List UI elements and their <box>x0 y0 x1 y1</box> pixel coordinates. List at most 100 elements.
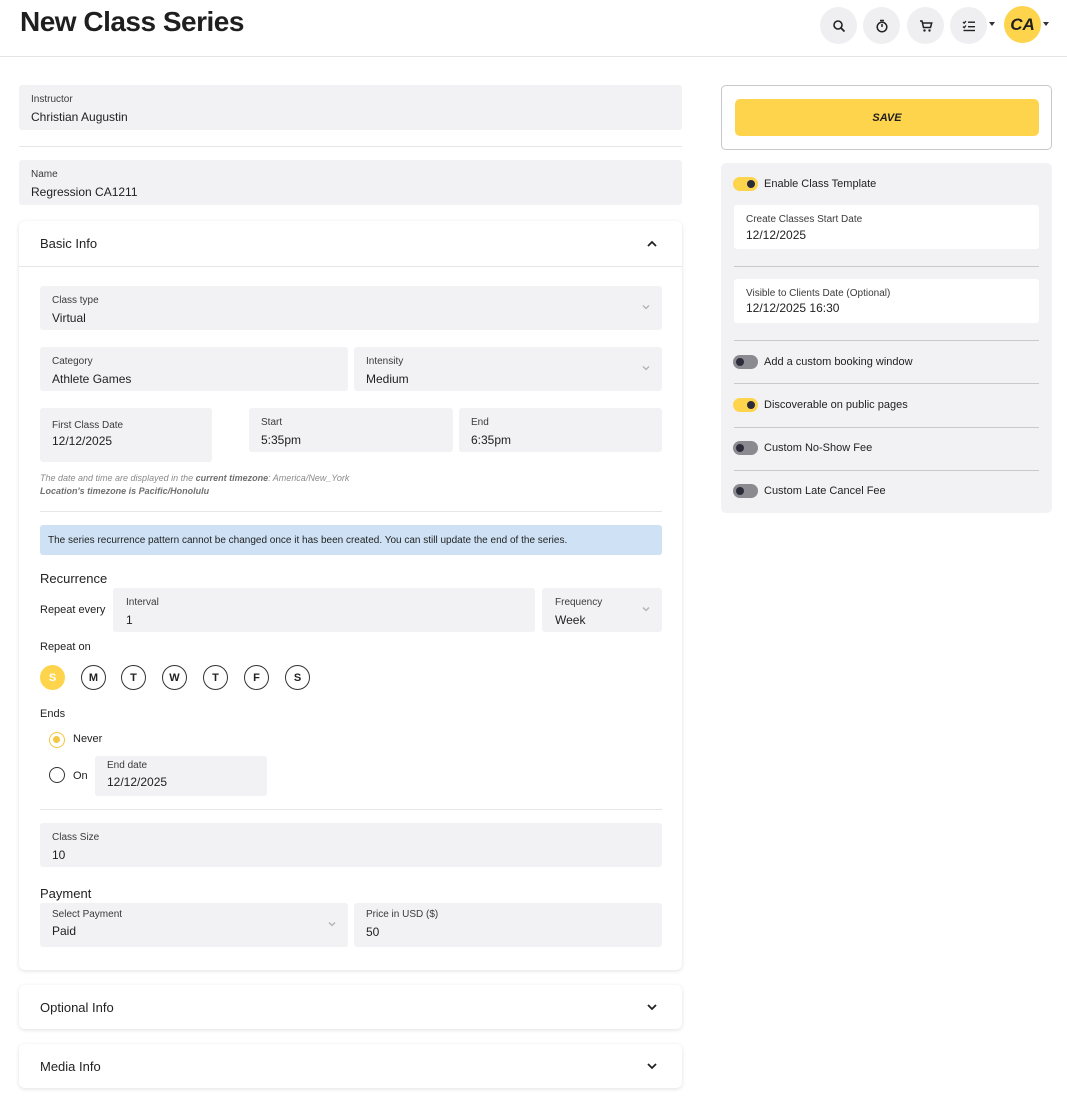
checklist-icon <box>962 20 975 31</box>
cart-button[interactable] <box>907 7 944 44</box>
media-info-card[interactable] <box>19 1044 682 1088</box>
timezone-note: The date and time are displayed in the c… <box>40 473 349 483</box>
enable-template-label: Enable Class Template <box>764 178 877 190</box>
ends-never-radio[interactable] <box>49 732 65 748</box>
chevron-down-icon[interactable] <box>646 1001 658 1013</box>
price-value: 50 <box>366 925 380 939</box>
ends-never-label[interactable]: Never <box>73 733 102 745</box>
day-saturday[interactable]: S <box>285 665 310 690</box>
booking-window-toggle[interactable] <box>733 355 758 369</box>
create-start-date-field[interactable]: Create Classes Start Date 12/12/2025 <box>734 205 1039 249</box>
tasks-caret-icon[interactable] <box>989 22 995 26</box>
price-label: Price in USD ($) <box>366 909 439 920</box>
divider <box>40 809 662 810</box>
search-button[interactable] <box>820 7 857 44</box>
visible-date-field[interactable]: Visible to Clients Date (Optional) 12/12… <box>734 279 1039 323</box>
timer-button[interactable] <box>863 7 900 44</box>
card-header-divider <box>19 266 682 267</box>
start-time-value: 5:35pm <box>261 433 302 447</box>
repeat-on-label: Repeat on <box>40 641 91 653</box>
price-input[interactable]: Price in USD ($) 50 <box>354 903 662 947</box>
class-type-select[interactable]: Class type Virtual <box>40 286 662 330</box>
tz-note-suffix: : America/New_York <box>268 473 350 483</box>
day-friday[interactable]: F <box>244 665 269 690</box>
recurrence-label: Recurrence <box>40 571 108 586</box>
day-sunday[interactable]: S <box>40 665 65 690</box>
day-monday[interactable]: M <box>81 665 106 690</box>
chevron-up-icon[interactable] <box>646 238 658 250</box>
divider <box>734 427 1039 428</box>
chevron-down-icon <box>642 366 650 371</box>
no-show-fee-toggle[interactable] <box>733 441 758 455</box>
first-class-date-field[interactable]: First Class Date 12/12/2025 <box>40 408 212 462</box>
save-box: SAVE <box>721 85 1052 150</box>
instructor-label: Instructor <box>31 94 73 105</box>
ends-label: Ends <box>40 708 66 720</box>
class-type-label: Class type <box>52 295 99 306</box>
chevron-down-icon <box>642 607 650 612</box>
media-info-title[interactable]: Media Info <box>40 1059 101 1074</box>
start-time-field[interactable]: Start 5:35pm <box>249 408 453 452</box>
day-wednesday[interactable]: W <box>162 665 187 690</box>
create-start-date-value: 12/12/2025 <box>746 228 807 242</box>
name-label: Name <box>31 169 58 180</box>
recurrence-info-banner: The series recurrence pattern cannot be … <box>40 525 662 555</box>
payment-label: Payment <box>40 886 92 901</box>
end-time-field[interactable]: End 6:35pm <box>459 408 662 452</box>
payment-select-label: Select Payment <box>52 909 123 920</box>
late-cancel-fee-toggle[interactable] <box>733 484 758 498</box>
save-button[interactable]: SAVE <box>735 99 1039 136</box>
settings-panel: Enable Class Template Create Classes Sta… <box>721 163 1052 513</box>
chevron-down-icon[interactable] <box>646 1060 658 1072</box>
basic-info-title[interactable]: Basic Info <box>40 236 97 251</box>
intensity-label: Intensity <box>366 356 404 367</box>
divider <box>734 340 1039 341</box>
location-timezone-note: Location's timezone is Pacific/Honolulu <box>40 486 210 496</box>
ends-on-label[interactable]: On <box>73 770 88 782</box>
class-size-input[interactable]: Class Size 10 <box>40 823 662 867</box>
category-label: Category <box>52 356 93 367</box>
interval-value: 1 <box>126 613 133 627</box>
avatar[interactable]: CA <box>1004 6 1041 43</box>
frequency-label: Frequency <box>555 597 603 608</box>
divider <box>734 470 1039 471</box>
end-time-value: 6:35pm <box>471 433 512 447</box>
discoverable-label: Discoverable on public pages <box>764 399 908 411</box>
enable-template-toggle[interactable] <box>733 177 758 191</box>
top-header: New Class Series CA <box>0 0 1067 57</box>
payment-select-value: Paid <box>52 924 77 938</box>
no-show-fee-label: Custom No-Show Fee <box>764 442 873 454</box>
day-tuesday[interactable]: T <box>121 665 146 690</box>
search-icon <box>832 19 845 32</box>
day-thursday[interactable]: T <box>203 665 228 690</box>
first-class-date-label: First Class Date <box>52 420 124 431</box>
tz-note-prefix: The date and time are displayed in the <box>40 473 194 483</box>
intensity-select[interactable]: Intensity Medium <box>354 347 662 391</box>
optional-info-title[interactable]: Optional Info <box>40 1000 114 1015</box>
first-class-date-value: 12/12/2025 <box>52 434 113 448</box>
interval-label: Interval <box>126 597 159 608</box>
interval-input[interactable]: Interval 1 <box>113 588 535 632</box>
class-size-label: Class Size <box>52 832 100 843</box>
create-start-date-label: Create Classes Start Date <box>746 214 863 225</box>
optional-info-card[interactable] <box>19 985 682 1029</box>
avatar-caret-icon[interactable] <box>1043 22 1049 26</box>
category-field[interactable]: Category Athlete Games <box>40 347 348 391</box>
payment-select[interactable]: Select Payment Paid <box>40 903 348 947</box>
frequency-select[interactable]: Frequency Week <box>542 588 662 632</box>
end-date-label: End date <box>107 760 148 771</box>
divider <box>40 511 662 512</box>
chevron-down-icon <box>642 305 650 310</box>
tz-note-bold: current timezone <box>195 473 269 483</box>
stopwatch-icon <box>875 19 888 33</box>
end-date-value: 12/12/2025 <box>107 775 168 789</box>
discoverable-toggle[interactable] <box>733 398 758 412</box>
name-field[interactable]: Name Regression CA1211 <box>19 160 682 205</box>
end-date-field[interactable]: End date 12/12/2025 <box>95 756 267 796</box>
late-cancel-fee-label: Custom Late Cancel Fee <box>764 485 886 497</box>
intensity-value: Medium <box>366 372 409 386</box>
ends-on-radio[interactable] <box>49 767 65 783</box>
instructor-field[interactable]: Instructor Christian Augustin <box>19 85 682 130</box>
tasks-button[interactable] <box>950 7 987 44</box>
page-title: New Class Series <box>20 6 244 37</box>
